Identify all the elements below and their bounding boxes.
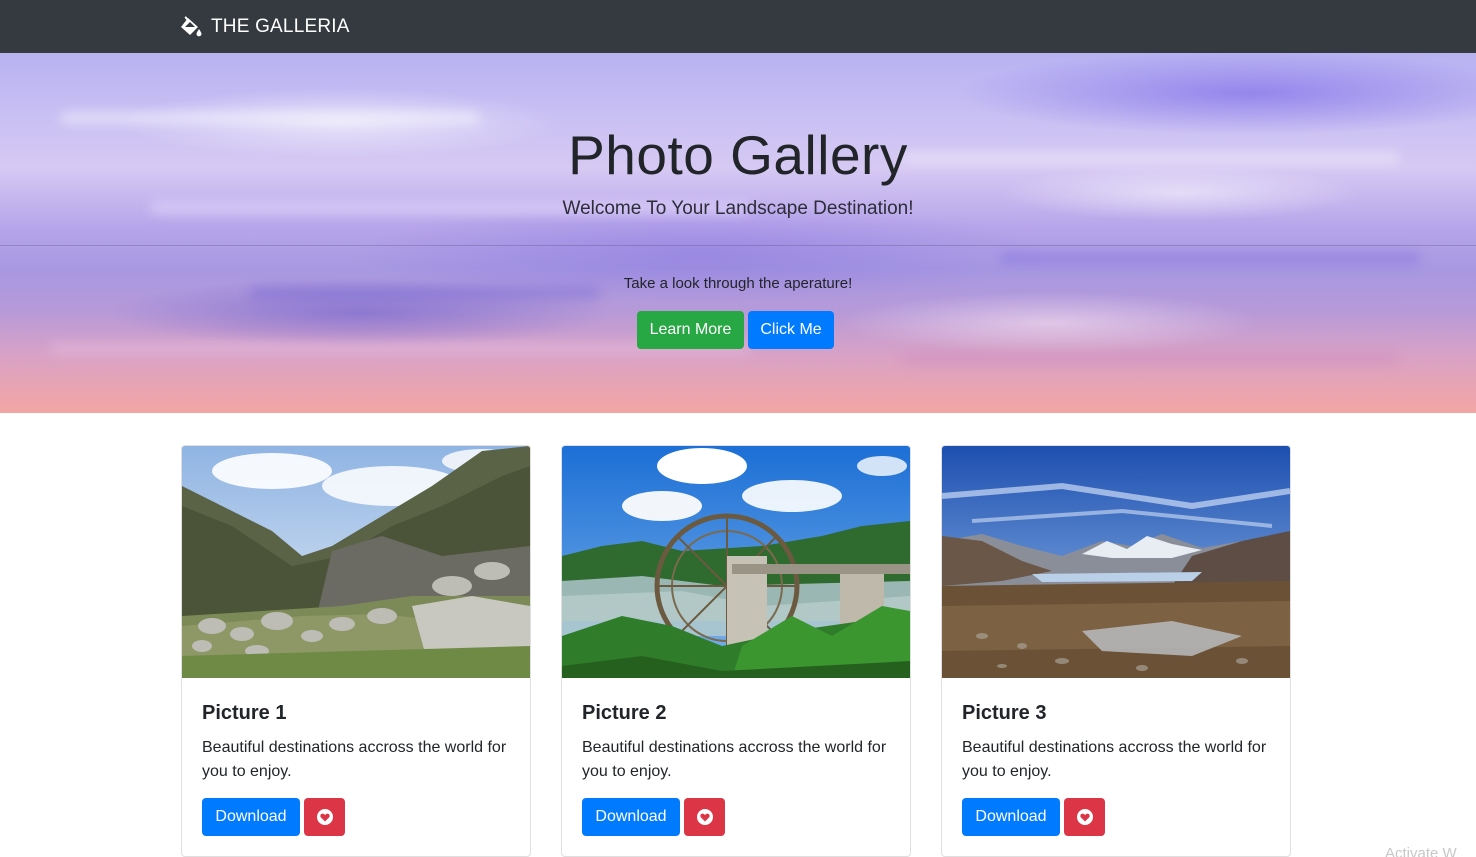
click-me-button[interactable]: Click Me — [748, 311, 834, 349]
activation-watermark: Activate W — [1385, 845, 1457, 857]
card-actions: Download — [582, 798, 725, 836]
divider — [0, 245, 1476, 246]
card-title: Picture 2 — [582, 702, 667, 724]
learn-more-button[interactable]: Learn More — [637, 311, 744, 349]
brand-name: THE GALLERIA — [211, 16, 350, 37]
heart-icon — [316, 809, 333, 825]
paint-bucket-icon — [179, 16, 203, 38]
card-text: Beautiful destinations accross the world… — [962, 739, 1267, 780]
download-button[interactable]: Download — [582, 798, 680, 836]
download-button[interactable]: Download — [962, 798, 1060, 836]
card-text: Beautiful destinations accross the world… — [582, 739, 887, 780]
heart-icon — [696, 809, 713, 825]
hero-lead-text: Take a look through the aperature! — [623, 275, 853, 292]
mountain-plateau-photo — [942, 446, 1290, 678]
like-button[interactable] — [304, 798, 345, 836]
water-wheel-river-photo — [562, 446, 910, 678]
like-button[interactable] — [1064, 798, 1105, 836]
download-button[interactable]: Download — [202, 798, 300, 836]
card-text: Beautiful destinations accross the world… — [202, 739, 507, 780]
like-button[interactable] — [684, 798, 725, 836]
navbar: THE GALLERIA — [0, 0, 1476, 53]
hero-banner: Photo Gallery Welcome To Your Landscape … — [0, 53, 1476, 413]
rocky-mountain-valley-photo — [182, 446, 530, 678]
heart-icon — [1076, 809, 1093, 825]
page-title: Photo Gallery — [568, 124, 908, 186]
hero-subtitle: Welcome To Your Landscape Destination! — [562, 198, 914, 219]
card-title: Picture 1 — [202, 702, 287, 724]
card-title: Picture 3 — [962, 702, 1047, 724]
gallery-card: Picture 2 Beautiful destinations accross… — [561, 445, 911, 857]
gallery-card: Picture 3 Beautiful destinations accross… — [941, 445, 1291, 857]
gallery-card: Picture 1 Beautiful destinations accross… — [181, 445, 531, 857]
card-actions: Download — [202, 798, 345, 836]
hero-button-group: Learn More Click Me — [637, 311, 834, 349]
brand-link[interactable]: THE GALLERIA — [179, 14, 350, 40]
card-actions: Download — [962, 798, 1105, 836]
